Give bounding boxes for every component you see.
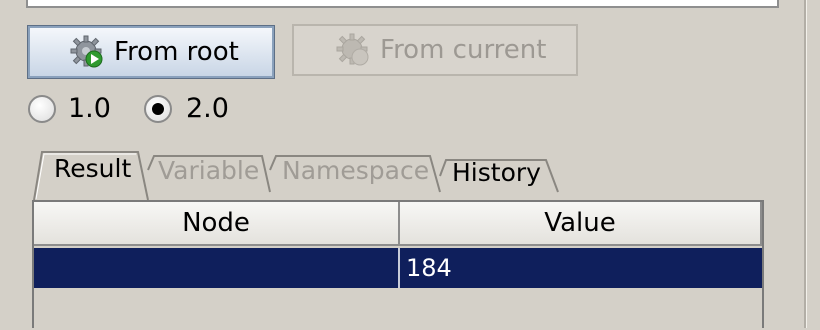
tab-result[interactable]: Result <box>54 154 131 184</box>
tab-variable[interactable]: Variable <box>158 156 259 186</box>
table-row[interactable]: 184 <box>34 248 762 288</box>
table-empty-area <box>34 288 762 330</box>
column-header-value-label: Value <box>544 208 616 238</box>
tab-namespace[interactable]: Namespace <box>282 156 429 186</box>
column-header-node-label: Node <box>182 208 250 238</box>
column-header-value[interactable]: Value <box>400 202 762 246</box>
column-header-node[interactable]: Node <box>34 202 400 246</box>
results-table: Node Value 184 <box>32 200 764 330</box>
tab-history[interactable]: History <box>452 158 541 188</box>
node-cell <box>34 248 400 288</box>
value-cell: 184 <box>406 254 452 282</box>
